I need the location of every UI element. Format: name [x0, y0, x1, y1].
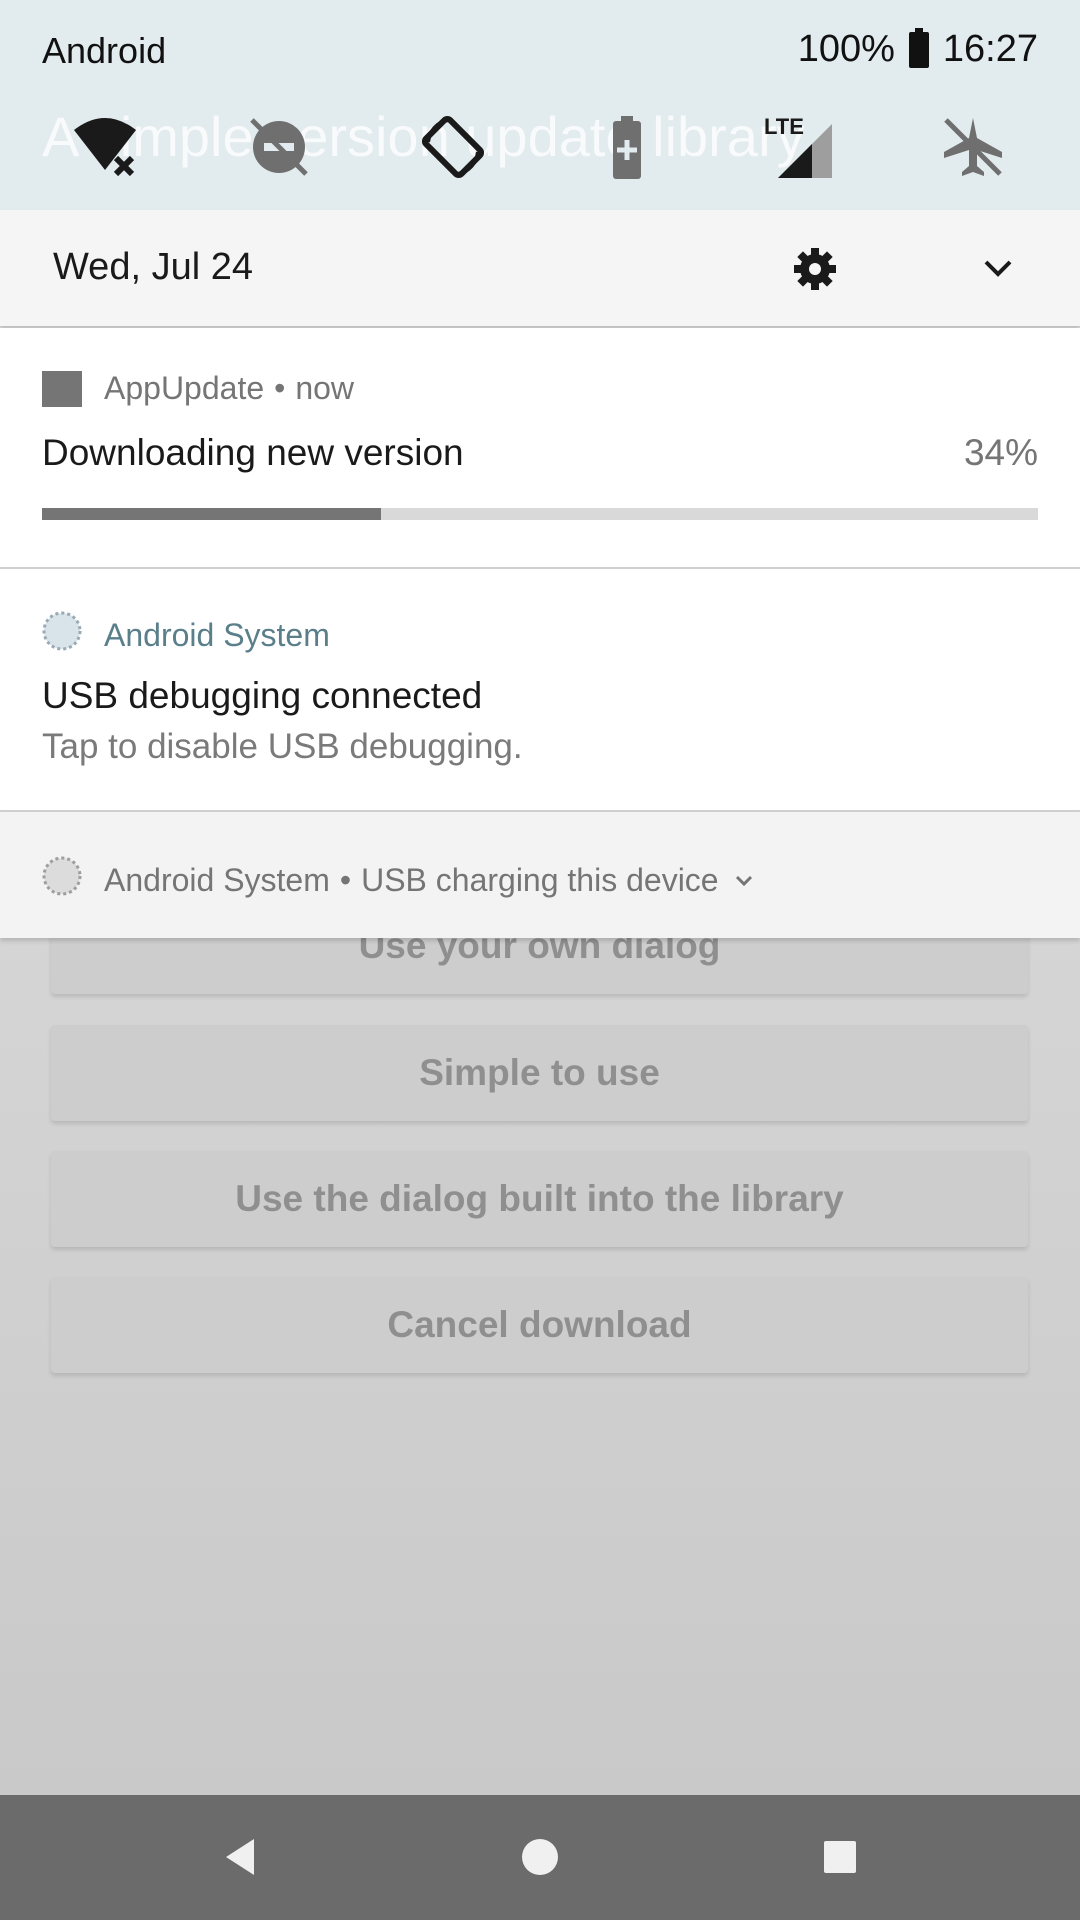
- airplane-mode-icon[interactable]: [938, 112, 1008, 182]
- notification-header: AppUpdate • now: [42, 370, 354, 407]
- progress-label: 34%: [963, 432, 1038, 473]
- back-icon[interactable]: [218, 1835, 262, 1884]
- notification-time: now: [295, 370, 355, 406]
- download-progress-bar: [42, 508, 1038, 520]
- notification-title: USB debugging connected: [42, 675, 483, 716]
- notification-text: Tap to disable USB debugging.: [42, 727, 523, 766]
- chevron-down-icon[interactable]: [978, 248, 1018, 288]
- notification-header: Android System: [42, 611, 330, 659]
- notification-header: Android System • USB charging this devic…: [42, 856, 755, 904]
- auto-rotate-icon[interactable]: [418, 112, 488, 182]
- shade-header: Wed, Jul 24: [0, 210, 1080, 326]
- app-name: Android System: [104, 861, 330, 898]
- simple-to-use-button: Simple to use: [51, 1025, 1028, 1121]
- expand-chevron-icon[interactable]: [733, 862, 755, 899]
- clock: 16:27: [942, 28, 1038, 70]
- home-icon[interactable]: [518, 1835, 562, 1884]
- date-label: Wed, Jul 24: [53, 246, 253, 288]
- quick-settings-panel: A simple version update library Android …: [0, 0, 1080, 210]
- carrier-label: Android: [42, 30, 167, 71]
- battery-icon: [908, 27, 929, 68]
- settings-gear-icon[interactable]: [792, 246, 838, 292]
- app-name: Android System: [104, 616, 330, 653]
- app-name: AppUpdate: [104, 370, 265, 406]
- app-icon: [42, 370, 82, 407]
- usb-debugging-notification[interactable]: Android System USB debugging connected T…: [0, 569, 1080, 811]
- cancel-download-button: Cancel download: [51, 1277, 1028, 1373]
- wifi-off-icon[interactable]: [70, 112, 140, 182]
- notification-summary: USB charging this device: [361, 861, 719, 898]
- notification-title: Downloading new version: [42, 432, 464, 473]
- usb-charging-notification[interactable]: Android System • USB charging this devic…: [0, 812, 1080, 938]
- do-not-disturb-icon[interactable]: [244, 112, 314, 182]
- android-system-icon: [42, 856, 82, 904]
- battery-saver-icon[interactable]: [592, 112, 662, 182]
- header-separator: •: [274, 370, 286, 406]
- battery-percent: 100%: [797, 28, 895, 70]
- status-icons: 100% 16:27: [797, 27, 1038, 71]
- download-notification[interactable]: AppUpdate • now Downloading new version …: [0, 328, 1080, 568]
- android-system-icon: [42, 611, 82, 659]
- progress-fill: [42, 508, 381, 520]
- svg-text:LTE: LTE: [764, 114, 804, 139]
- navigation-bar: [0, 1795, 1080, 1920]
- lte-signal-icon[interactable]: LTE: [764, 112, 840, 182]
- use-builtin-dialog-button: Use the dialog built into the library: [51, 1151, 1028, 1247]
- recents-icon[interactable]: [818, 1835, 862, 1884]
- header-separator: •: [339, 861, 352, 898]
